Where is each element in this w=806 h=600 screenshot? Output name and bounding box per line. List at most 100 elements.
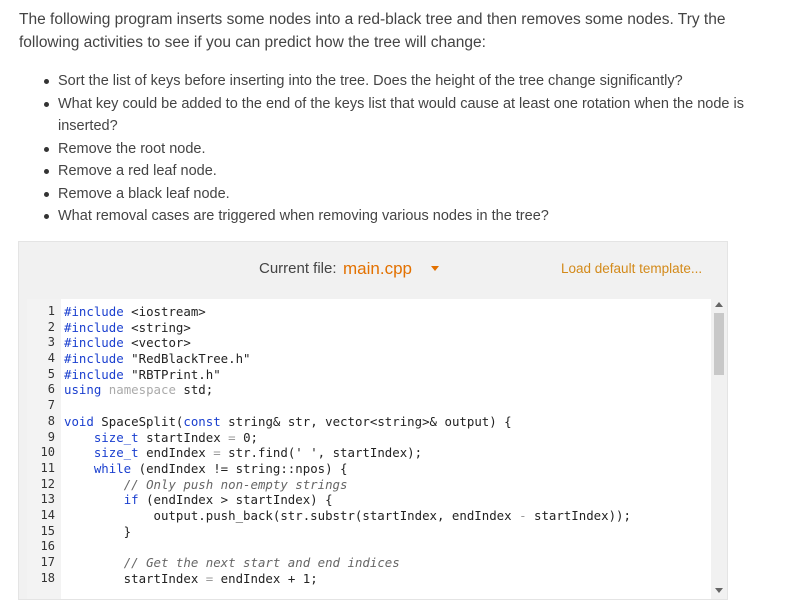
code-token: "RBTPrint.h" [123, 366, 221, 382]
line-number: 5 [47, 366, 55, 381]
code-token: str.find(' ', startIndex); [220, 445, 423, 461]
code-token: namespace [108, 382, 176, 398]
line-number: 13 [40, 492, 55, 507]
scroll-up-icon[interactable] [715, 302, 723, 307]
code-token: void [64, 413, 94, 429]
code-token: } [64, 523, 132, 539]
code-token: = [228, 429, 236, 445]
code-line: 17 // Get the next start and end indices [27, 555, 717, 571]
code-token: #include [64, 366, 124, 382]
caret-down-icon[interactable] [431, 266, 439, 271]
code-line: 10 size_t endIndex = str.find(' ', start… [27, 445, 717, 461]
code-token: size_t [93, 429, 139, 445]
code-line: 18 startIndex = endIndex + 1; [27, 571, 717, 587]
code-text: #include <iostream> [64, 304, 206, 320]
line-number: 8 [47, 413, 55, 428]
code-text: #include "RBTPrint.h" [64, 367, 221, 383]
editor-header: Current file: main.cpp Load default temp… [19, 242, 727, 300]
code-token: startIndex [138, 429, 229, 445]
code-text: #include "RedBlackTree.h" [64, 351, 251, 367]
code-text: if (endIndex > startIndex) { [64, 492, 333, 508]
instructions-paragraph: The following program inserts some nodes… [19, 11, 726, 51]
code-token: const [183, 413, 221, 429]
code-token: endIndex + 1; [213, 570, 318, 586]
code-token: SpaceSplit( [93, 413, 184, 429]
editor-scrollbar[interactable] [711, 299, 727, 599]
scroll-down-icon[interactable] [715, 588, 723, 593]
code-lines: 1 #include <iostream> 2 #include <string> 3 #… [27, 304, 717, 586]
load-default-template-link[interactable]: Load default template... [561, 261, 702, 276]
code-token: <string> [123, 319, 191, 335]
scrollbar-thumb[interactable] [714, 313, 724, 375]
code-line: 11 while (endIndex != string::npos) { [27, 461, 717, 477]
line-number: 16 [40, 539, 55, 554]
list-item: Remove a black leaf node. [40, 183, 760, 206]
code-token: endIndex [138, 445, 214, 461]
code-text: void SpaceSplit(const string& str, vecto… [64, 414, 512, 430]
code-token: <vector> [123, 335, 191, 351]
code-line: 7 [27, 398, 717, 414]
code-token: std; [175, 382, 214, 398]
list-item: Remove the root node. [40, 138, 760, 161]
code-text: while (endIndex != string::npos) { [64, 461, 348, 477]
code-token: (endIndex != string::npos) { [131, 460, 348, 476]
code-text: #include <vector> [64, 335, 191, 351]
current-file-label: Current file: [259, 260, 337, 277]
current-file-dropdown[interactable]: main.cpp [343, 259, 412, 279]
code-token: 0; [235, 429, 258, 445]
code-token: "RedBlackTree.h" [123, 351, 251, 367]
code-token: if [123, 492, 139, 508]
list-item: Sort the list of keys before inserting i… [40, 70, 760, 93]
line-number: 14 [40, 507, 55, 522]
code-text: output.push_back(str.substr(startIndex, … [64, 508, 631, 524]
code-token: #include [64, 319, 124, 335]
line-number: 18 [40, 570, 55, 585]
code-text: size_t endIndex = str.find(' ', startInd… [64, 445, 422, 461]
code-token: // Only push non-empty strings [123, 476, 348, 492]
code-line: 9 size_t startIndex = 0; [27, 430, 717, 446]
code-line: 6 using namespace std; [27, 382, 717, 398]
list-item: What removal cases are triggered when re… [40, 205, 760, 228]
code-editor[interactable]: 1 #include <iostream> 2 #include <string> 3 #… [27, 299, 727, 599]
code-token: - [519, 507, 527, 523]
line-number: 9 [47, 429, 55, 444]
line-number: 15 [40, 523, 55, 538]
code-line: 1 #include <iostream> [27, 304, 717, 320]
activities-list: Sort the list of keys before inserting i… [40, 70, 760, 228]
code-text: size_t startIndex = 0; [64, 430, 258, 446]
code-token: <iostream> [123, 304, 206, 319]
code-token: using [64, 382, 102, 398]
line-number: 11 [40, 460, 55, 475]
code-token: startIndex [64, 570, 206, 586]
code-text: // Get the next start and end indices [64, 555, 400, 571]
list-item: What key could be added to the end of th… [40, 93, 760, 138]
line-number: 7 [47, 398, 55, 413]
code-line: 2 #include <string> [27, 320, 717, 336]
line-number: 6 [47, 382, 55, 397]
code-line: 13 if (endIndex > startIndex) { [27, 492, 717, 508]
code-line: 5 #include "RBTPrint.h" [27, 367, 717, 383]
code-line: 16 [27, 539, 717, 555]
code-line: 3 #include <vector> [27, 335, 717, 351]
line-number: 17 [40, 555, 55, 569]
code-text: #include <string> [64, 320, 191, 336]
code-text: } [64, 524, 131, 540]
code-text: using namespace std; [64, 382, 213, 398]
code-line: 8 void SpaceSplit(const string& str, vect… [27, 414, 717, 430]
code-text: // Only push non-empty strings [64, 476, 348, 493]
line-number: 1 [47, 304, 55, 318]
code-line: 12 // Only push non-empty strings [27, 477, 717, 493]
line-number: 2 [47, 319, 55, 334]
line-number: 10 [40, 445, 55, 460]
code-token: (endIndex > startIndex) { [138, 492, 333, 508]
line-number: 12 [40, 476, 55, 491]
code-text: startIndex = endIndex + 1; [64, 571, 318, 587]
code-token: = [213, 445, 221, 461]
code-line: 15 } [27, 524, 717, 540]
